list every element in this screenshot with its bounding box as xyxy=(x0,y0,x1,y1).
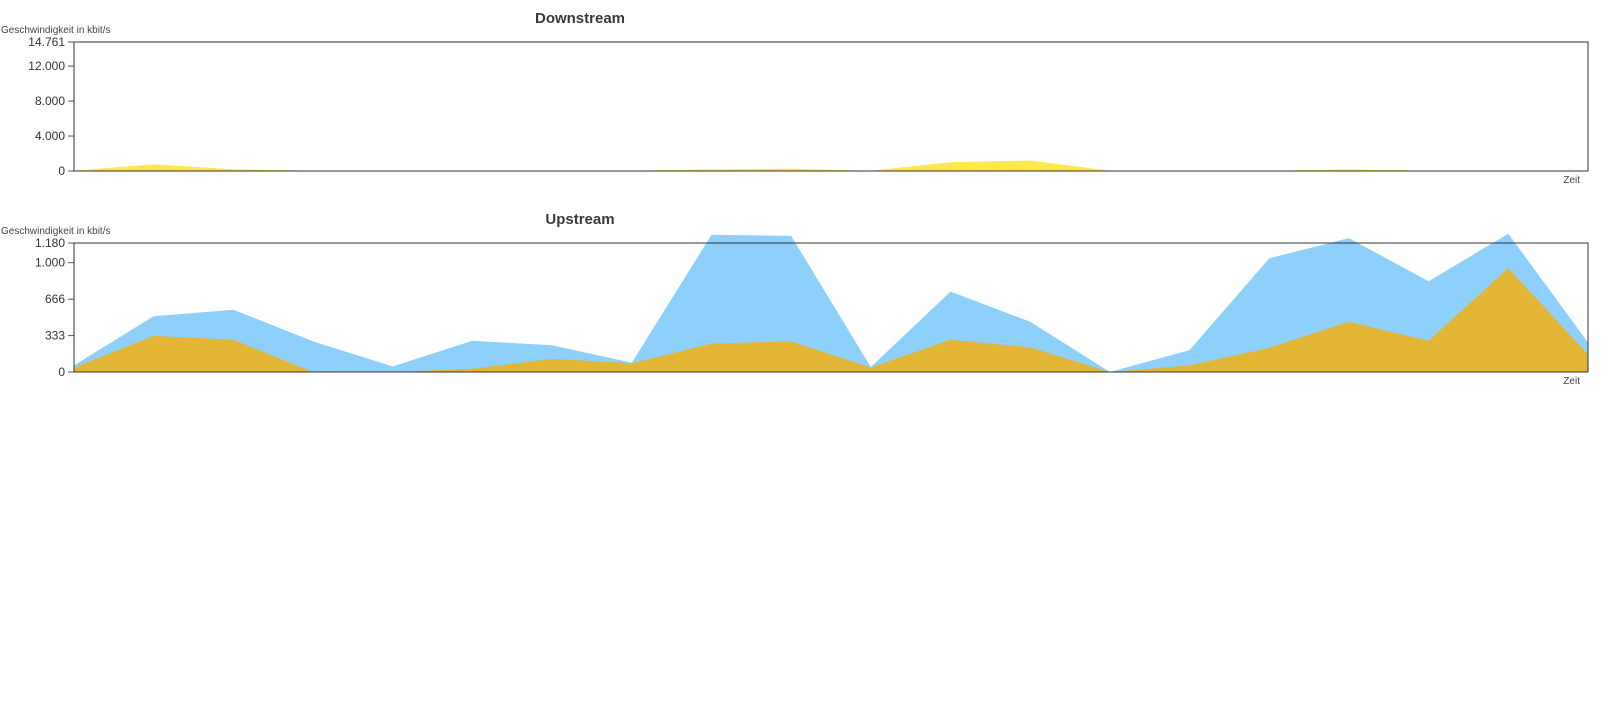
downstream-series-0-area xyxy=(74,160,1588,171)
upstream-series-group xyxy=(74,233,1588,372)
downstream-y-tick-label: 4.000 xyxy=(35,129,65,143)
charts-canvas: Downstream Geschwindigkeit in kbit/s 04.… xyxy=(1,10,1589,387)
downstream-x-axis-label: Zeit xyxy=(1563,175,1580,186)
downstream-y-tick-label: 0 xyxy=(58,164,65,178)
downstream-y-tick-label: 8.000 xyxy=(35,94,65,108)
downstream-chart: Downstream Geschwindigkeit in kbit/s 04.… xyxy=(1,10,1589,186)
upstream-y-tick-label: 1.180 xyxy=(35,236,65,250)
downstream-y-tick-label: 12.000 xyxy=(28,59,65,73)
upstream-y-tick-label: 1.000 xyxy=(35,256,65,270)
upstream-x-axis-label: Zeit xyxy=(1563,376,1580,387)
upstream-y-tick-label: 333 xyxy=(45,329,65,343)
upstream-y-tick-label: 666 xyxy=(45,292,65,306)
upstream-chart: Upstream Geschwindigkeit in kbit/s 03336… xyxy=(1,211,1589,387)
upstream-y-ticks: 0 333 666 1.000 1.180 xyxy=(35,236,74,379)
downstream-series-group xyxy=(74,160,1588,171)
downstream-plot-frame xyxy=(73,41,1589,172)
downstream-y-tick-label: 14.761 xyxy=(28,35,65,49)
upstream-title: Upstream xyxy=(545,211,614,228)
downstream-title: Downstream xyxy=(535,10,625,27)
upstream-y-tick-label: 0 xyxy=(58,365,65,379)
downstream-y-ticks: 0 4.000 8.000 12.000 14.761 xyxy=(28,35,74,178)
